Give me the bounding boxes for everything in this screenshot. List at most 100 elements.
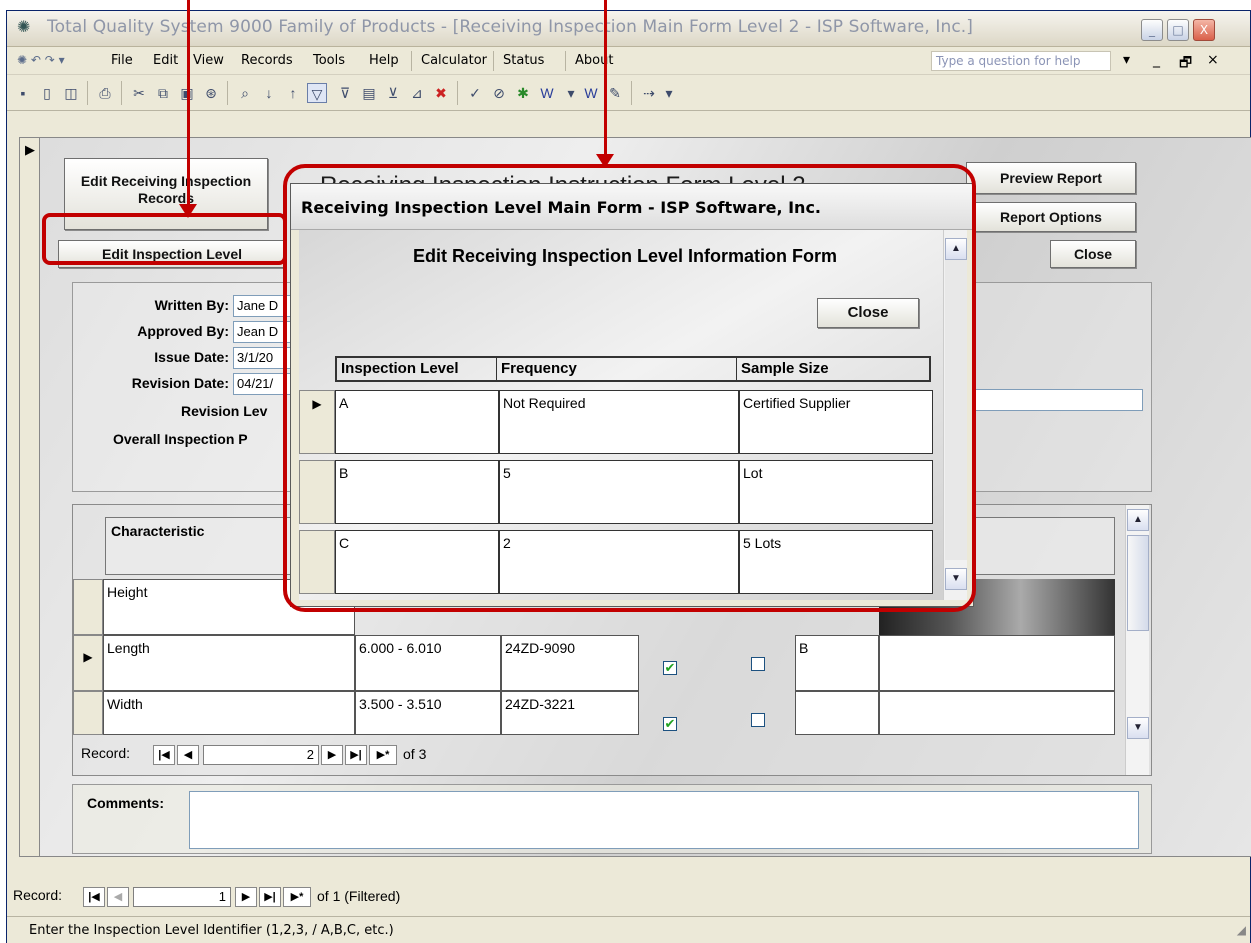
notes-cell[interactable] bbox=[879, 635, 1115, 691]
sort-descending-icon[interactable]: ↑ bbox=[283, 83, 303, 103]
word-dropdown-icon[interactable]: ▾ bbox=[561, 83, 581, 103]
window-title: Total Quality System 9000 Family of Prod… bbox=[47, 17, 974, 37]
close-window-button[interactable]: X bbox=[1193, 19, 1215, 41]
print-icon[interactable]: ⎙ bbox=[95, 83, 115, 103]
close-form-button[interactable]: Close bbox=[1050, 240, 1136, 268]
office-links-icon[interactable]: ⊘ bbox=[489, 83, 509, 103]
scroll-down-button[interactable]: ▼ bbox=[1127, 717, 1149, 739]
print-preview-icon[interactable]: ◫ bbox=[61, 83, 81, 103]
notes-cell[interactable] bbox=[879, 691, 1115, 735]
status-bar: Enter the Inspection Level Identifier (1… bbox=[7, 916, 1250, 943]
app-icon[interactable]: ✺ bbox=[17, 20, 37, 36]
cut-icon[interactable]: ✂ bbox=[129, 83, 149, 103]
row-selector[interactable] bbox=[73, 579, 103, 635]
delete-record-icon[interactable]: ✖ bbox=[431, 83, 451, 103]
menu-separator bbox=[493, 51, 494, 71]
menu-file[interactable]: File bbox=[111, 53, 133, 68]
toolbar-separator bbox=[87, 81, 88, 105]
copy-icon[interactable]: ⧉ bbox=[153, 83, 173, 103]
highlight-popup-form bbox=[283, 164, 976, 612]
spelling-icon[interactable]: ✓ bbox=[465, 83, 485, 103]
access-menu-icon[interactable]: ✺ ↶ ↷ ▾ bbox=[17, 53, 65, 67]
highlight-edit-inspection-level bbox=[42, 213, 287, 265]
word-icon[interactable]: W bbox=[537, 83, 557, 103]
doc-close-button[interactable]: × bbox=[1207, 52, 1219, 68]
first-record-button[interactable]: |◀ bbox=[153, 745, 175, 765]
excel-icon[interactable]: ✱ bbox=[513, 83, 533, 103]
specification-cell[interactable]: 6.000 - 6.010 bbox=[355, 635, 501, 691]
scroll-up-button[interactable]: ▲ bbox=[1127, 509, 1149, 531]
checkbox-1[interactable]: ✔ bbox=[663, 661, 677, 675]
new-object-icon[interactable]: ⇢ bbox=[639, 83, 659, 103]
report-options-button[interactable]: Report Options bbox=[966, 202, 1136, 232]
new-record-button[interactable]: ▶* bbox=[283, 887, 311, 907]
resize-grip-icon[interactable]: ◢ bbox=[1237, 923, 1246, 937]
checkbox-2[interactable] bbox=[751, 713, 765, 727]
design-view-icon[interactable]: ▯ bbox=[37, 83, 57, 103]
status-text: Enter the Inspection Level Identifier (1… bbox=[29, 923, 394, 938]
current-record-icon: ▶ bbox=[25, 142, 35, 157]
doc-restore-button[interactable]: 🗗 bbox=[1179, 52, 1192, 76]
first-record-button[interactable]: |◀ bbox=[83, 887, 105, 907]
filter-by-selection-icon[interactable]: ▽ bbox=[307, 83, 327, 103]
gage-cell[interactable]: 24ZD-9090 bbox=[501, 635, 639, 691]
menu-edit[interactable]: Edit bbox=[153, 53, 178, 68]
comments-field[interactable] bbox=[189, 791, 1139, 849]
toolbar-separator bbox=[631, 81, 632, 105]
last-record-button[interactable]: ▶| bbox=[259, 887, 281, 907]
word-merge-icon[interactable]: W bbox=[581, 83, 601, 103]
scroll-thumb[interactable] bbox=[1127, 535, 1149, 631]
record-number[interactable]: 1 bbox=[133, 887, 231, 907]
menu-about[interactable]: About bbox=[575, 53, 613, 68]
preview-report-button[interactable]: Preview Report bbox=[966, 162, 1136, 194]
gage-cell[interactable]: 24ZD-3221 bbox=[501, 691, 639, 735]
subform-record-number[interactable]: 2 bbox=[203, 745, 319, 765]
help-search-input[interactable]: Type a question for help bbox=[931, 51, 1111, 71]
characteristic-cell[interactable]: Length bbox=[103, 635, 355, 691]
toolbar-separator bbox=[457, 81, 458, 105]
characteristic-cell[interactable]: Width bbox=[103, 691, 355, 735]
new-object-dropdown-icon[interactable]: ▾ bbox=[659, 83, 679, 103]
menu-tools[interactable]: Tools bbox=[313, 53, 345, 68]
maximize-button[interactable]: □ bbox=[1167, 19, 1189, 41]
format-painter-icon[interactable]: ⊛ bbox=[201, 83, 221, 103]
menu-calculator[interactable]: Calculator bbox=[421, 53, 487, 68]
title-bar: ✺ Total Quality System 9000 Family of Pr… bbox=[7, 11, 1250, 47]
checkbox-1[interactable]: ✔ bbox=[663, 717, 677, 731]
menu-view[interactable]: View bbox=[193, 53, 224, 68]
overall-inspection-label: Overall Inspection P bbox=[113, 431, 248, 447]
row-selector[interactable] bbox=[73, 691, 103, 735]
doc-minimize-button[interactable]: _ bbox=[1153, 52, 1160, 68]
help-dropdown-icon[interactable]: ▾ bbox=[1123, 52, 1130, 68]
specification-cell[interactable]: 3.500 - 3.510 bbox=[355, 691, 501, 735]
menu-status[interactable]: Status bbox=[503, 53, 544, 68]
save-icon[interactable]: ▪ bbox=[13, 83, 33, 103]
new-record-button[interactable]: ▶* bbox=[369, 745, 397, 765]
level-cell[interactable] bbox=[795, 691, 879, 735]
menu-records[interactable]: Records bbox=[241, 53, 293, 68]
links-icon[interactable]: ⊿ bbox=[407, 83, 427, 103]
filter-by-form-icon[interactable]: ⊽ bbox=[335, 83, 355, 103]
next-record-button[interactable]: ▶ bbox=[321, 745, 343, 765]
sort-ascending-icon[interactable]: ↓ bbox=[259, 83, 279, 103]
apply-filter-icon[interactable]: ▤ bbox=[359, 83, 379, 103]
notes-icon[interactable]: ✎ bbox=[605, 83, 625, 103]
menu-help[interactable]: Help bbox=[369, 53, 399, 68]
subform-scrollbar[interactable]: ▲ ▼ bbox=[1125, 505, 1149, 775]
find-icon[interactable]: ⌕ bbox=[235, 83, 255, 103]
previous-record-button[interactable]: ◀ bbox=[107, 887, 129, 907]
level-cell[interactable]: B bbox=[795, 635, 879, 691]
minimize-button[interactable]: _ bbox=[1141, 19, 1163, 41]
callout-line bbox=[604, 0, 607, 164]
remove-filter-icon[interactable]: ⊻ bbox=[383, 83, 403, 103]
previous-record-button[interactable]: ◀ bbox=[177, 745, 199, 765]
comments-label: Comments: bbox=[87, 795, 165, 811]
last-record-button[interactable]: ▶| bbox=[345, 745, 367, 765]
menu-separator bbox=[411, 51, 412, 71]
next-record-button[interactable]: ▶ bbox=[235, 887, 257, 907]
record-label: Record: bbox=[13, 887, 63, 903]
checkbox-2[interactable] bbox=[751, 657, 765, 671]
row-selector-current[interactable]: ▶ bbox=[73, 635, 103, 691]
revision-level-field[interactable] bbox=[973, 389, 1143, 411]
toolbar-separator bbox=[227, 81, 228, 105]
